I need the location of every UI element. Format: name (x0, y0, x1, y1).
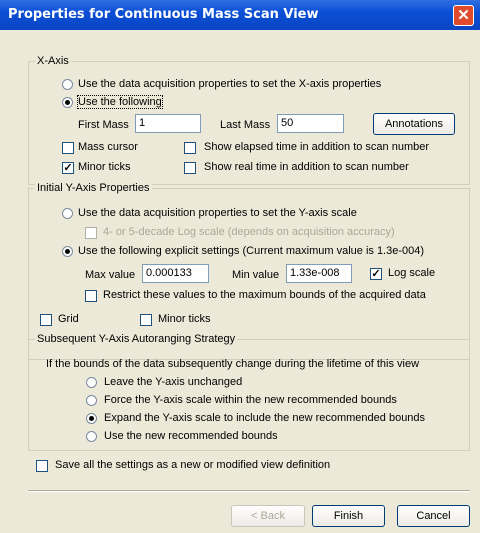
autorange-opt3-radio[interactable] (86, 413, 97, 424)
restrict-label: Restrict these values to the maximum bou… (103, 289, 426, 301)
autorange-legend: Subsequent Y-Axis Autoranging Strategy (35, 333, 238, 345)
save-settings-checkbox[interactable] (36, 460, 48, 472)
x-axis-following-radio[interactable] (62, 97, 73, 108)
autorange-opt4-radio[interactable] (86, 431, 97, 442)
close-button[interactable]: ✕ (453, 5, 474, 26)
restrict-checkbox[interactable] (85, 290, 97, 302)
show-real-checkbox[interactable] (184, 162, 196, 174)
autorange-intro: If the bounds of the data subsequently c… (46, 358, 420, 370)
save-settings-label: Save all the settings as a new or modifi… (55, 459, 331, 471)
log-scale-checkbox[interactable]: ✓ (370, 268, 382, 280)
last-mass-input[interactable]: 50 (277, 114, 344, 133)
log-scale-label: Log scale (388, 267, 436, 279)
y-axis-legend: Initial Y-Axis Properties (35, 182, 152, 194)
autorange-opt2-radio[interactable] (86, 395, 97, 406)
y-axis-explicit-label: Use the following explicit settings (Cur… (78, 245, 425, 257)
mass-cursor-label: Mass cursor (78, 141, 138, 153)
y-axis-acq-label: Use the data acquisition properties to s… (78, 207, 357, 219)
max-value-label: Max value (85, 269, 136, 281)
log-decade-label: 4- or 5-decade Log scale (depends on acq… (103, 226, 395, 238)
autorange-opt3-label: Expand the Y-axis scale to include the n… (104, 412, 426, 424)
last-mass-label: Last Mass (220, 119, 271, 131)
button-separator (28, 490, 470, 492)
finish-button[interactable]: Finish (312, 505, 385, 527)
mass-cursor-checkbox[interactable] (62, 142, 74, 154)
close-icon: ✕ (457, 7, 470, 24)
x-minor-ticks-label: Minor ticks (78, 161, 131, 173)
x-minor-ticks-checkbox[interactable]: ✓ (62, 162, 74, 174)
grid-label: Grid (58, 313, 79, 325)
title-bar: Properties for Continuous Mass Scan View… (0, 0, 480, 30)
window-title: Properties for Continuous Mass Scan View (8, 7, 319, 22)
first-mass-input[interactable]: 1 (135, 114, 201, 133)
y-minor-ticks-label: Minor ticks (158, 313, 211, 325)
max-value-input[interactable]: 0.000133 (142, 264, 209, 283)
y-axis-explicit-radio[interactable] (62, 246, 73, 257)
x-axis-following-label: Use the following (77, 95, 163, 109)
y-minor-ticks-checkbox[interactable] (140, 314, 152, 326)
first-mass-label: First Mass (78, 119, 129, 131)
x-axis-acq-radio[interactable] (62, 79, 73, 90)
x-axis-legend: X-Axis (35, 55, 71, 67)
autorange-opt1-label: Leave the Y-axis unchanged (104, 376, 243, 388)
show-elapsed-checkbox[interactable] (184, 142, 196, 154)
grid-checkbox[interactable] (40, 314, 52, 326)
show-elapsed-label: Show elapsed time in addition to scan nu… (204, 141, 430, 153)
autorange-opt2-label: Force the Y-axis scale within the new re… (104, 394, 397, 406)
min-value-label: Min value (232, 269, 280, 281)
x-axis-acq-label: Use the data acquisition properties to s… (78, 78, 382, 90)
autorange-opt1-radio[interactable] (86, 377, 97, 388)
y-axis-acq-radio[interactable] (62, 208, 73, 219)
autorange-opt4-label: Use the new recommended bounds (104, 430, 278, 442)
annotations-button[interactable]: Annotations (373, 113, 455, 135)
dialog-body: X-Axis Use the data acquisition properti… (0, 30, 480, 533)
min-value-input[interactable]: 1.33e-008 (286, 264, 352, 283)
log-decade-checkbox[interactable] (85, 227, 97, 239)
back-button[interactable]: < Back (231, 505, 305, 527)
cancel-button[interactable]: Cancel (397, 505, 470, 527)
show-real-label: Show real time in addition to scan numbe… (204, 161, 409, 173)
